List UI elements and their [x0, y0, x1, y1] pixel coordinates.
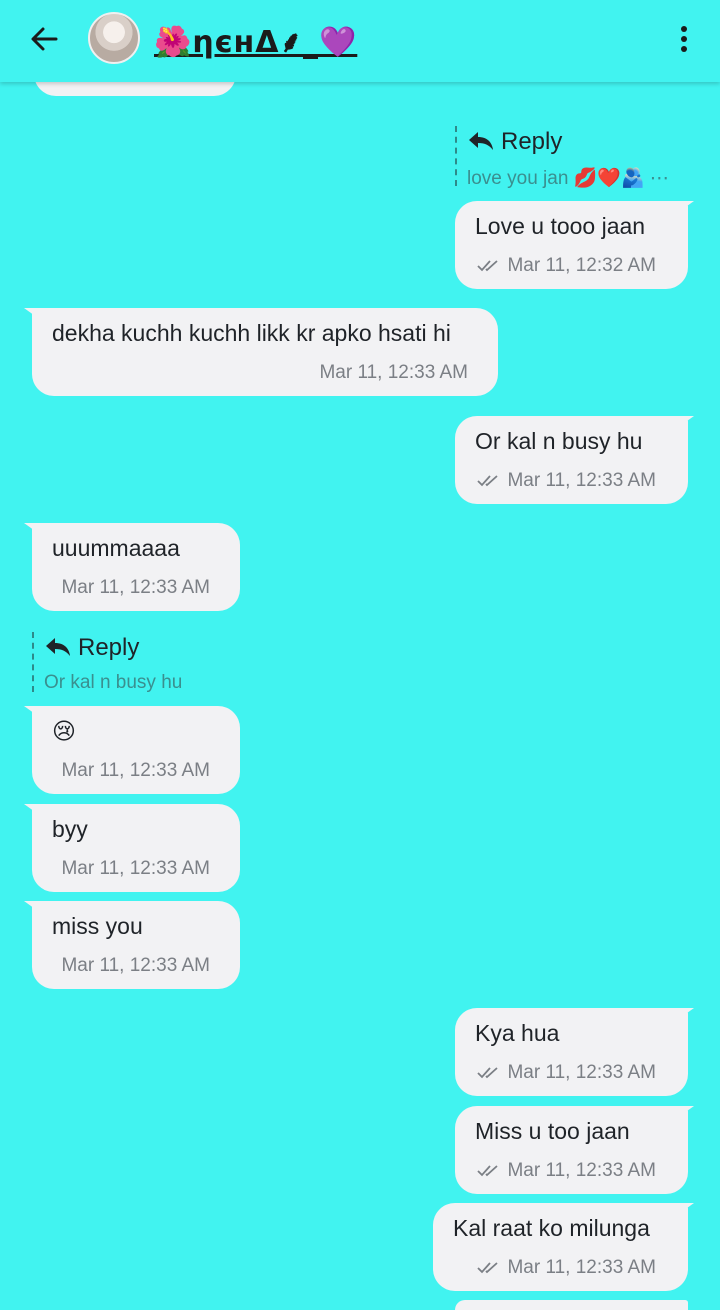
message-bubble-outgoing[interactable]	[455, 1300, 688, 1310]
message-bubble-incoming[interactable]: miss you Mar 11, 12:33 AM	[32, 901, 240, 989]
message-bubble-outgoing[interactable]: Love u tooo jaan Mar 11, 12:32 AM	[455, 201, 688, 289]
double-check-icon	[477, 1262, 499, 1274]
message-text: dekha kuchh kuchh likk kr apko hsati hi	[52, 320, 451, 346]
more-vertical-icon	[681, 26, 687, 32]
reply-preview[interactable]: Reply love you jan 💋❤️🫂 ⋯	[455, 126, 695, 196]
message-timestamp: Mar 11, 12:33 AM	[477, 470, 656, 492]
message-text: Kal raat ko milunga	[453, 1215, 650, 1241]
message-timestamp: Mar 11, 12:33 AM	[477, 1062, 656, 1084]
message-text: Love u tooo jaan	[475, 213, 646, 239]
message-bubble-incoming[interactable]: byy Mar 11, 12:33 AM	[32, 804, 240, 892]
message-text: byy	[52, 816, 88, 842]
reply-icon	[469, 132, 493, 150]
message-bubble-incoming[interactable]: 😢 Mar 11, 12:33 AM	[32, 706, 240, 794]
reply-quote-text: Or kal n busy hu	[44, 672, 183, 693]
contact-name[interactable]: 🌺ηєнΔ⸙_💜	[154, 20, 357, 61]
message-timestamp: Mar 11, 12:33 AM	[61, 760, 210, 781]
contact-avatar[interactable]	[88, 12, 140, 64]
message-timestamp: Mar 11, 12:33 AM	[61, 577, 210, 598]
message-bubble-outgoing[interactable]: Miss u too jaan Mar 11, 12:33 AM	[455, 1106, 688, 1194]
message-bubble-outgoing[interactable]: Or kal n busy hu Mar 11, 12:33 AM	[455, 416, 688, 504]
reply-label: Reply	[78, 634, 140, 661]
message-text: Miss u too jaan	[475, 1118, 630, 1144]
message-timestamp: Mar 11, 12:33 AM	[61, 955, 210, 976]
message-timestamp: Mar 11, 12:33 AM	[61, 858, 210, 879]
message-timestamp: Mar 11, 12:33 AM	[477, 1160, 656, 1182]
message-timestamp: Mar 11, 12:32 AM	[477, 255, 656, 277]
reply-preview[interactable]: Reply Or kal n busy hu	[32, 632, 272, 702]
message-bubble-incoming[interactable]: dekha kuchh kuchh likk kr apko hsati hi …	[32, 308, 498, 396]
message-text: 😢	[52, 718, 76, 744]
message-bubble-outgoing[interactable]: Kya hua Mar 11, 12:33 AM	[455, 1008, 688, 1096]
double-check-icon	[477, 1165, 499, 1177]
double-check-icon	[477, 260, 499, 272]
more-options-button[interactable]	[670, 22, 698, 56]
message-text: Kya hua	[475, 1020, 560, 1046]
message-timestamp: Mar 11, 12:33 AM	[319, 362, 468, 383]
reply-label: Reply	[501, 128, 563, 155]
message-text: uuummaaaa	[52, 535, 180, 561]
back-button[interactable]	[26, 22, 66, 56]
double-check-icon	[477, 1067, 499, 1079]
message-text: miss you	[52, 913, 143, 939]
reply-quote-text: love you jan 💋❤️🫂 ⋯	[467, 168, 669, 189]
message-text: Or kal n busy hu	[475, 428, 643, 454]
arrow-left-icon	[31, 27, 58, 51]
message-bubble-outgoing[interactable]: Kal raat ko milunga Mar 11, 12:33 AM	[433, 1203, 688, 1291]
reply-icon	[46, 638, 70, 656]
double-check-icon	[477, 475, 499, 487]
message-timestamp: Mar 11, 12:33 AM	[477, 1257, 656, 1279]
chat-header: 🌺ηєнΔ⸙_💜	[0, 0, 720, 82]
message-bubble-incoming[interactable]: uuummaaaa Mar 11, 12:33 AM	[32, 523, 240, 611]
